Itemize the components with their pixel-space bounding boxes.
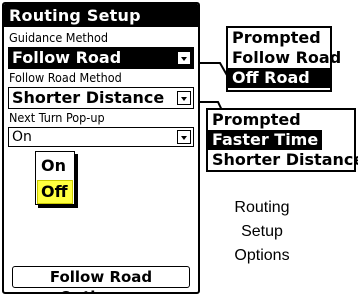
- method-option-faster-time[interactable]: Faster Time: [208, 130, 323, 150]
- guidance-option-follow-road[interactable]: Follow Road: [228, 48, 341, 68]
- follow-road-method-label: Follow Road Method: [9, 70, 122, 85]
- method-option-shorter-distance[interactable]: Shorter Distance: [208, 150, 358, 170]
- dropdown-option-off[interactable]: Off: [37, 180, 73, 204]
- follow-road-method-select[interactable]: Shorter Distance: [8, 87, 194, 109]
- caption-line-1: Routing: [234, 199, 290, 216]
- guidance-method-options-callout: Prompted Follow Road Off Road: [226, 26, 341, 92]
- figure-caption: Routing Setup Options: [216, 196, 308, 268]
- window-title: Routing Setup: [4, 4, 198, 27]
- next-turn-dropdown-list: On Off: [35, 151, 75, 205]
- caption-line-3: Options: [234, 247, 290, 264]
- dropdown-option-on[interactable]: On: [38, 154, 72, 178]
- follow-road-method-options-callout: Prompted Faster Time Shorter Distance: [206, 108, 358, 172]
- guidance-method-value: Follow Road: [12, 48, 122, 67]
- method-option-prompted[interactable]: Prompted: [208, 110, 354, 130]
- next-turn-popup-label: Next Turn Pop-up: [9, 110, 105, 125]
- guidance-option-off-road[interactable]: Off Road: [228, 68, 330, 88]
- caption-line-2: Setup: [241, 223, 283, 240]
- follow-road-method-value: Shorter Distance: [12, 88, 165, 107]
- follow-road-options-button[interactable]: Follow Road Options...: [12, 266, 190, 292]
- guidance-option-prompted[interactable]: Prompted: [228, 28, 330, 48]
- next-turn-popup-value: On: [12, 129, 32, 145]
- routing-setup-window: Routing Setup Guidance Method Follow Roa…: [2, 2, 200, 294]
- guidance-method-label: Guidance Method: [9, 30, 108, 45]
- next-turn-popup-select[interactable]: On: [8, 127, 194, 147]
- chevron-down-icon[interactable]: [177, 91, 191, 105]
- chevron-down-icon[interactable]: [177, 51, 191, 65]
- guidance-method-select[interactable]: Follow Road: [8, 47, 194, 69]
- chevron-down-icon[interactable]: [177, 130, 191, 144]
